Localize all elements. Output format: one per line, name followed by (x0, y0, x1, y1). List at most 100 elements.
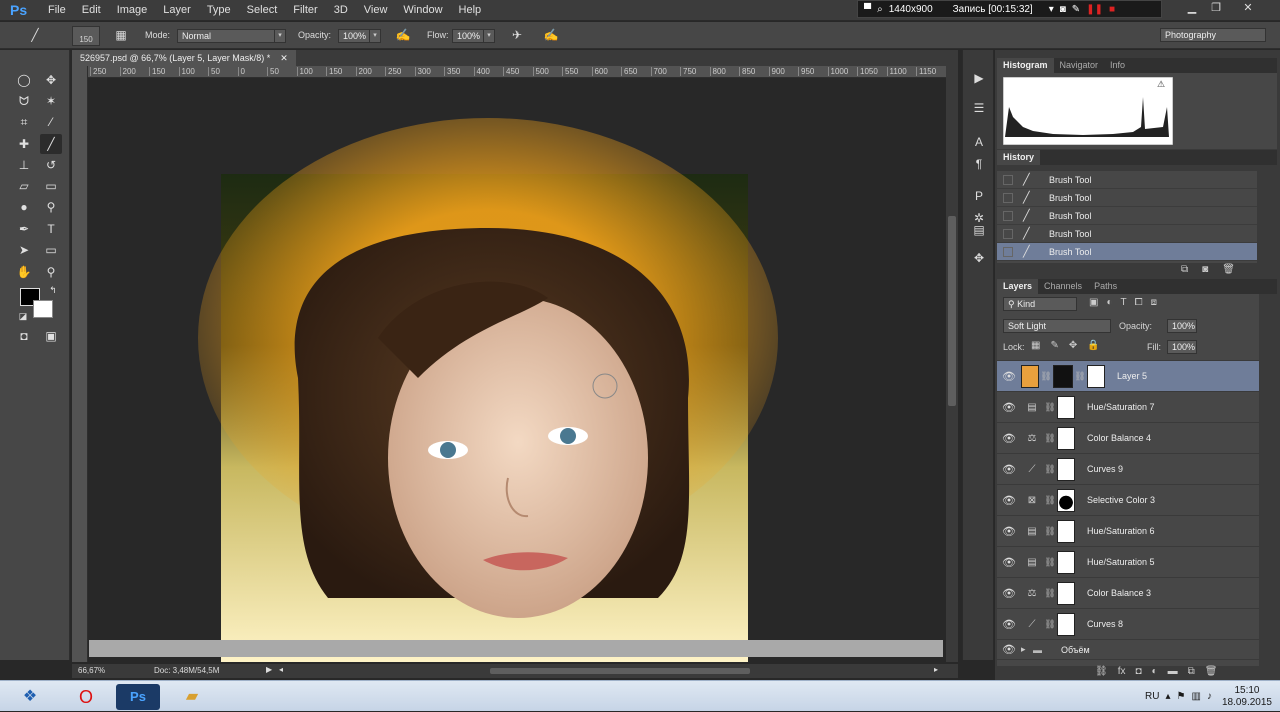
history-panel-icon[interactable]: ☰ (968, 98, 990, 118)
styles-panel-icon[interactable]: ✥ (968, 248, 990, 268)
flag-icon[interactable]: ⚑ (1177, 691, 1186, 702)
layer-opacity-field[interactable]: 100% (1167, 319, 1197, 333)
history-brush-tool-icon[interactable]: ↺ (40, 155, 62, 175)
add-mask-icon[interactable]: ◘ (1135, 666, 1141, 677)
horizontal-scroll-thumb[interactable] (490, 668, 750, 674)
start-button[interactable]: ❖ (8, 684, 52, 710)
background-color-swatch[interactable] (33, 300, 53, 318)
flow-field[interactable]: 100% (452, 29, 484, 43)
type-filter-icon[interactable]: T (1121, 297, 1127, 308)
gradient-tool-icon[interactable]: ▭ (40, 176, 62, 196)
smart-object-filter-icon[interactable]: ⧈ (1151, 297, 1157, 308)
swap-colors-icon[interactable]: ↰ (42, 280, 64, 300)
fill-field[interactable]: 100% (1167, 340, 1197, 354)
eye-icon[interactable]: 👁 (997, 370, 1021, 383)
expand-arrow-icon[interactable]: ▸ (1021, 644, 1033, 655)
hand-tool-icon[interactable]: ✋ (13, 262, 35, 282)
eraser-tool-icon[interactable]: ▱ (13, 176, 35, 196)
tab-layers[interactable]: Layers (997, 279, 1039, 294)
volume-icon[interactable]: ♪ (1207, 691, 1212, 702)
search-icon[interactable]: ⌕ (877, 4, 883, 15)
link-icon[interactable]: ⛓ (1043, 619, 1057, 630)
blur-tool-icon[interactable]: ● (13, 197, 35, 217)
zoom-tool-icon[interactable]: ⚲ (40, 262, 62, 282)
new-document-icon[interactable]: ⧉ (1181, 264, 1188, 275)
brush-panel-icon[interactable]: ▦ (112, 28, 130, 44)
layer-mask-thumbnail[interactable] (1057, 581, 1075, 605)
history-checkbox[interactable] (1003, 210, 1013, 221)
history-checkbox[interactable] (1003, 246, 1013, 257)
eye-icon[interactable]: 👁 (997, 494, 1021, 507)
restore-icon[interactable]: ❐ (1204, 1, 1228, 16)
lock-position-icon[interactable]: ✥ (1069, 340, 1077, 351)
link-icon[interactable]: ⛓ (1043, 402, 1057, 413)
history-checkbox[interactable] (1003, 174, 1013, 185)
close-icon[interactable]: ✕ (1236, 1, 1260, 16)
menu-edit[interactable]: Edit (74, 0, 109, 21)
photo-canvas[interactable] (88, 78, 946, 662)
history-item[interactable]: ╱ Brush Tool (997, 207, 1257, 225)
menu-file[interactable]: File (40, 0, 74, 21)
monitor-icon[interactable]: ▀ (864, 4, 871, 15)
actions-panel-icon[interactable]: ▤ (968, 220, 990, 240)
chevron-right-icon[interactable]: ▸ (934, 665, 938, 674)
tray-arrow-icon[interactable]: ▴ (1165, 691, 1170, 702)
layer-row[interactable]: 👁 ⛓ ⛓ Layer 5 (997, 361, 1259, 392)
play-icon[interactable]: ▶ (266, 665, 272, 674)
image-filter-icon[interactable]: ▣ (1089, 297, 1098, 308)
paragraph-panel-icon[interactable]: ¶ (968, 154, 990, 174)
brush-size-preset[interactable]: 150 (72, 26, 100, 46)
menu-type[interactable]: Type (199, 0, 239, 21)
lock-all-icon[interactable]: 🔒 (1087, 340, 1099, 351)
menu-3d[interactable]: 3D (326, 0, 356, 21)
camera-icon[interactable]: ◙ (1060, 4, 1066, 15)
warning-icon[interactable]: ⚠ (1157, 79, 1165, 90)
opera-icon[interactable]: O (64, 684, 108, 710)
link-icon[interactable]: ⛓ (1043, 495, 1057, 506)
quick-mask-icon[interactable]: ◘ (13, 326, 35, 346)
path-selection-tool-icon[interactable]: ➤ (13, 240, 35, 260)
adjustment-filter-icon[interactable]: ◐ (1106, 297, 1112, 308)
marquee-tool-icon[interactable]: ◯ (13, 70, 35, 90)
layer-row[interactable]: 👁 ⟋ ⛓ Curves 8 (997, 609, 1259, 640)
vector-mask-thumbnail[interactable] (1087, 364, 1105, 388)
eye-icon[interactable]: 👁 (997, 463, 1021, 476)
layer-row[interactable]: 👁 ⚖ ⛓ Color Balance 3 (997, 578, 1259, 609)
trash-icon[interactable]: 🗑 (1222, 264, 1235, 275)
rectangle-tool-icon[interactable]: ▭ (40, 240, 62, 260)
character-panel-icon[interactable]: A (968, 132, 990, 152)
tab-paths[interactable]: Paths (1088, 279, 1123, 294)
layer-row[interactable]: 👁 ▤ ⛓ Hue/Saturation 6 (997, 516, 1259, 547)
history-item[interactable]: ╱ Brush Tool (997, 189, 1257, 207)
healing-brush-tool-icon[interactable]: ✚ (13, 134, 35, 154)
minimize-icon[interactable]: ▁ (1180, 1, 1204, 16)
tab-navigator[interactable]: Navigator (1054, 58, 1105, 73)
menu-help[interactable]: Help (451, 0, 490, 21)
layer-mask-thumbnail[interactable] (1057, 612, 1075, 636)
layer-group-row[interactable]: 👁 ▸ ▬ Объём (997, 640, 1259, 660)
magic-wand-tool-icon[interactable]: ✶ (40, 91, 62, 111)
eye-icon[interactable]: 👁 (997, 432, 1021, 445)
shape-filter-icon[interactable]: ⧠ (1135, 297, 1143, 308)
brush-tool-icon[interactable]: ╱ (40, 134, 62, 154)
screen-mode-icon[interactable]: ▣ (40, 326, 62, 346)
layer-row[interactable]: 👁 ▤ ⛓ Hue/Saturation 5 (997, 547, 1259, 578)
layer-mask-thumbnail[interactable] (1057, 426, 1075, 450)
link-icon[interactable]: ⛓ (1043, 526, 1057, 537)
pen-tool-icon[interactable]: ✒ (13, 219, 35, 239)
properties-panel-icon[interactable]: P (968, 186, 990, 206)
eyedropper-tool-icon[interactable]: ⁄ (40, 112, 62, 132)
default-colors-icon[interactable]: ◪ (12, 306, 34, 326)
chevron-down-icon[interactable]: ▾ (483, 29, 495, 43)
pause-icon[interactable]: ❚❚ (1086, 4, 1103, 15)
layer-row[interactable]: 👁 ⟋ ⛓ Curves 9 (997, 454, 1259, 485)
lasso-tool-icon[interactable]: ᗢ (13, 91, 35, 111)
layer-row[interactable]: 👁 ⊠ ⛓ Selective Color 3 (997, 485, 1259, 516)
move-tool-icon[interactable]: ✥ (40, 70, 62, 90)
menu-select[interactable]: Select (239, 0, 286, 21)
dodge-tool-icon[interactable]: ⚲ (40, 197, 62, 217)
zoom-level[interactable]: 66,67% (78, 666, 105, 675)
menu-view[interactable]: View (356, 0, 396, 21)
history-item[interactable]: ╱ Brush Tool (997, 243, 1257, 261)
link-icon[interactable]: ⛓ (1043, 464, 1057, 475)
